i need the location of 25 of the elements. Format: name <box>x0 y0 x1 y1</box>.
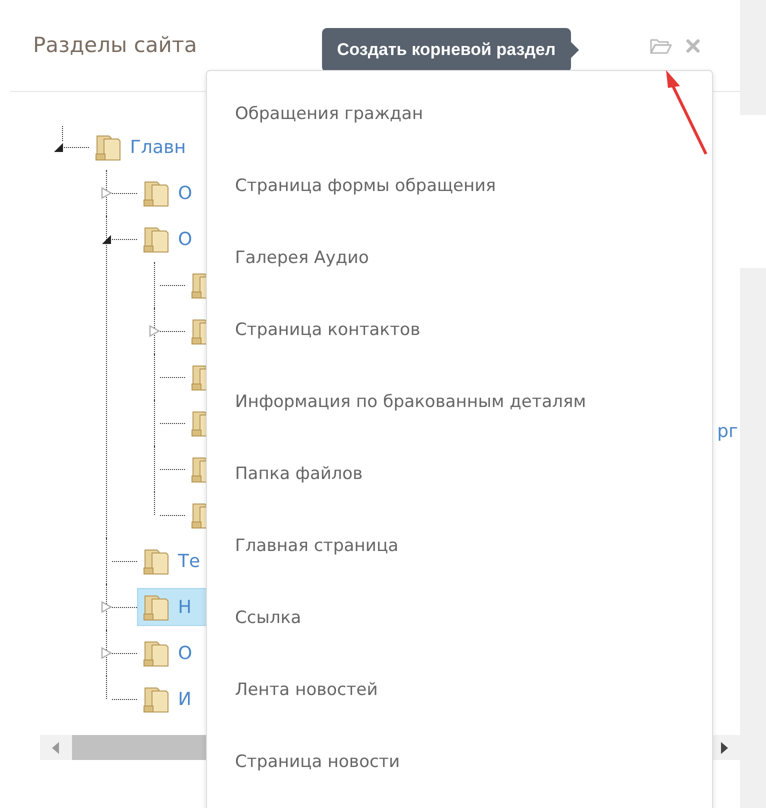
menu-item[interactable]: Папка файлов <box>207 438 712 510</box>
collapsed-icon[interactable] <box>101 601 112 613</box>
scroll-right-icon[interactable] <box>720 742 728 754</box>
expanded-icon[interactable] <box>53 142 64 152</box>
tree-item[interactable]: О <box>137 634 200 672</box>
collapsed-icon[interactable] <box>101 647 112 659</box>
menu-item[interactable]: Страница новости <box>207 726 712 798</box>
collapsed-icon[interactable] <box>149 325 160 337</box>
tree-item-label: рг <box>717 420 738 442</box>
menu-item[interactable]: Страница формы обращения <box>207 150 712 222</box>
tree-item[interactable]: И <box>137 680 198 718</box>
menu-item[interactable]: Галерея Аудио <box>207 222 712 294</box>
panel-title: Разделы сайта <box>33 33 197 57</box>
menu-item[interactable]: Обращения граждан <box>207 78 712 150</box>
tooltip-pointer-icon <box>570 42 579 58</box>
collapsed-icon[interactable] <box>101 187 112 199</box>
menu-item[interactable]: Информация по бракованным деталям <box>207 366 712 438</box>
tree-item[interactable]: Главн <box>89 128 193 166</box>
menu-item[interactable]: Страница контактов <box>207 294 712 366</box>
tree-item[interactable]: Те <box>137 542 208 580</box>
tree-item[interactable]: О <box>137 174 200 212</box>
menu-item[interactable]: Главная страница <box>207 510 712 582</box>
menu-item[interactable]: Лента новостей <box>207 654 712 726</box>
expanded-icon[interactable] <box>101 234 112 244</box>
tree-item[interactable]: О <box>137 220 200 258</box>
